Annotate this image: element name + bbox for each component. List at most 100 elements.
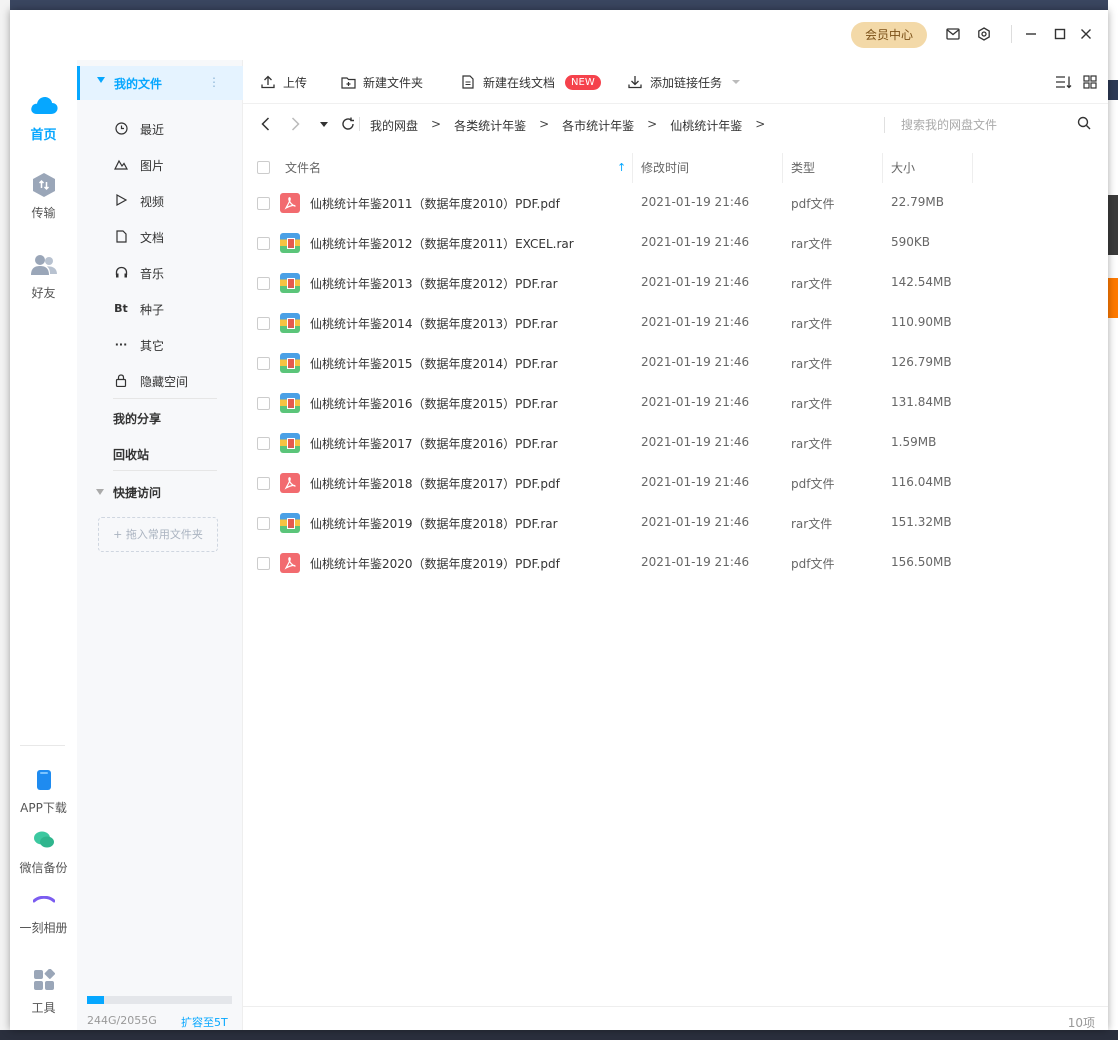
nav-friends[interactable]: 好友	[10, 250, 77, 301]
column-divider[interactable]	[782, 153, 783, 183]
file-name[interactable]: 仙桃统计年鉴2013（数据年度2012）PDF.rar	[310, 275, 558, 292]
table-row[interactable]: 仙桃统计年鉴2018（数据年度2017）PDF.pdf 2021-01-19 21…	[243, 463, 1108, 503]
sort-icon[interactable]	[1055, 72, 1072, 92]
file-size: 142.54MB	[891, 275, 952, 289]
quick-access-section[interactable]: 快捷访问	[77, 484, 243, 504]
file-modified: 2021-01-19 21:46	[641, 195, 750, 209]
sidebar-item-label: 其它	[140, 339, 165, 353]
file-name[interactable]: 仙桃统计年鉴2020（数据年度2019）PDF.pdf	[310, 555, 560, 572]
sidebar-item-label: 文档	[140, 231, 165, 245]
table-row[interactable]: 仙桃统计年鉴2016（数据年度2015）PDF.rar 2021-01-19 21…	[243, 383, 1108, 423]
search-input[interactable]	[901, 115, 1081, 135]
nav-wechat-backup-label: 微信备份	[19, 861, 68, 875]
more-options-icon[interactable]: ⋮	[208, 75, 220, 89]
upgrade-storage-link[interactable]: 扩容至5T	[181, 1014, 228, 1030]
nav-tools[interactable]: 工具	[10, 965, 77, 1016]
sidebar-item-music[interactable]: 音乐	[77, 258, 243, 288]
rar-archive-icon	[280, 513, 300, 533]
file-name[interactable]: 仙桃统计年鉴2015（数据年度2014）PDF.rar	[310, 355, 558, 372]
row-checkbox[interactable]	[257, 277, 270, 290]
breadcrumb-item[interactable]: 我的网盘	[370, 117, 418, 134]
file-name[interactable]: 仙桃统计年鉴2011（数据年度2010）PDF.pdf	[310, 195, 560, 212]
nav-wechat-backup[interactable]: 微信备份	[10, 825, 77, 876]
table-row[interactable]: 仙桃统计年鉴2017（数据年度2016）PDF.rar 2021-01-19 21…	[243, 423, 1108, 463]
breadcrumb-separator: >	[431, 117, 442, 131]
sidebar-item-documents[interactable]: 文档	[77, 222, 243, 252]
file-name[interactable]: 仙桃统计年鉴2014（数据年度2013）PDF.rar	[310, 315, 558, 332]
sidebar-item-others[interactable]: ··· 其它	[77, 330, 243, 360]
row-checkbox[interactable]	[257, 197, 270, 210]
sidebar-item-recycle-bin[interactable]: 回收站	[113, 446, 149, 463]
nav-home[interactable]: 首页	[10, 90, 77, 143]
dropdown-caret-icon[interactable]	[732, 80, 741, 84]
file-name[interactable]: 仙桃统计年鉴2012（数据年度2011）EXCEL.rar	[310, 235, 574, 252]
vip-center-button[interactable]: 会员中心	[851, 22, 927, 48]
breadcrumb-item[interactable]: 仙桃统计年鉴	[670, 117, 742, 134]
nav-transfer[interactable]: 传输	[10, 170, 77, 221]
sidebar-item-recent[interactable]: 最近	[77, 114, 243, 144]
file-name[interactable]: 仙桃统计年鉴2018（数据年度2017）PDF.pdf	[310, 475, 560, 492]
add-favorite-folder-dropzone[interactable]: + 拖入常用文件夹	[98, 517, 218, 552]
row-checkbox[interactable]	[257, 237, 270, 250]
maximize-icon[interactable]	[1050, 24, 1070, 44]
table-row[interactable]: 仙桃统计年鉴2011（数据年度2010）PDF.pdf 2021-01-19 21…	[243, 183, 1108, 223]
new-folder-button[interactable]: 新建文件夹	[340, 72, 423, 92]
column-name[interactable]: 文件名	[285, 153, 321, 183]
grid-view-icon[interactable]	[1083, 72, 1097, 92]
sidebar-item-torrents[interactable]: Bt 种子	[77, 294, 243, 324]
row-checkbox[interactable]	[257, 517, 270, 530]
file-type: rar文件	[791, 517, 833, 531]
nav-friends-label: 好友	[31, 286, 56, 300]
row-checkbox[interactable]	[257, 557, 270, 570]
sidebar-item-images[interactable]: 图片	[77, 150, 243, 180]
search-icon[interactable]	[1077, 116, 1093, 132]
table-row[interactable]: 仙桃统计年鉴2012（数据年度2011）EXCEL.rar 2021-01-19 …	[243, 223, 1108, 263]
row-checkbox[interactable]	[257, 357, 270, 370]
settings-gear-icon[interactable]	[974, 24, 994, 44]
upload-button[interactable]: 上传	[260, 72, 307, 92]
back-icon[interactable]	[255, 114, 275, 134]
file-name[interactable]: 仙桃统计年鉴2017（数据年度2016）PDF.rar	[310, 435, 558, 452]
row-checkbox[interactable]	[257, 317, 270, 330]
sidebar-item-hidden-space[interactable]: 隐藏空间	[77, 366, 243, 396]
file-name[interactable]: 仙桃统计年鉴2016（数据年度2015）PDF.rar	[310, 395, 558, 412]
sort-ascending-icon[interactable]: ↑	[617, 153, 626, 183]
table-row[interactable]: 仙桃统计年鉴2015（数据年度2014）PDF.rar 2021-01-19 21…	[243, 343, 1108, 383]
column-type[interactable]: 类型	[791, 153, 815, 183]
breadcrumb-item[interactable]: 各类统计年鉴	[454, 117, 526, 134]
column-divider[interactable]	[972, 153, 973, 183]
file-name[interactable]: 仙桃统计年鉴2019（数据年度2018）PDF.rar	[310, 515, 558, 532]
nav-album[interactable]: 一刻相册	[10, 885, 77, 936]
sidebar-item-videos[interactable]: 视频	[77, 186, 243, 216]
row-checkbox[interactable]	[257, 397, 270, 410]
file-modified: 2021-01-19 21:46	[641, 235, 750, 249]
sidebar-item-label: 音乐	[140, 267, 165, 281]
breadcrumb-item[interactable]: 各市统计年鉴	[562, 117, 634, 134]
add-link-task-button[interactable]: 添加链接任务	[627, 72, 741, 92]
upload-icon	[260, 74, 276, 90]
column-modified[interactable]: 修改时间	[641, 153, 689, 183]
nav-app-download[interactable]: APP下载	[10, 765, 77, 816]
new-online-doc-button[interactable]: 新建在线文档 NEW	[460, 72, 601, 92]
history-dropdown-icon[interactable]	[318, 114, 330, 134]
row-checkbox[interactable]	[257, 437, 270, 450]
refresh-icon[interactable]	[338, 114, 358, 134]
forward-icon[interactable]	[285, 114, 305, 134]
column-divider[interactable]	[632, 153, 633, 183]
video-icon	[114, 193, 128, 207]
column-divider[interactable]	[882, 153, 883, 183]
sidebar-item-label: 最近	[140, 123, 165, 137]
sidebar-item-my-share[interactable]: 我的分享	[113, 410, 161, 427]
table-row[interactable]: 仙桃统计年鉴2020（数据年度2019）PDF.pdf 2021-01-19 21…	[243, 543, 1108, 583]
minimize-icon[interactable]	[1021, 24, 1041, 44]
my-files-section[interactable]: 我的文件 ⋮	[77, 66, 243, 100]
table-row[interactable]: 仙桃统计年鉴2014（数据年度2013）PDF.rar 2021-01-19 21…	[243, 303, 1108, 343]
close-icon[interactable]	[1076, 24, 1096, 44]
column-size[interactable]: 大小	[891, 153, 915, 183]
select-all-checkbox[interactable]	[257, 161, 270, 174]
clock-icon	[114, 121, 128, 135]
mail-icon[interactable]	[943, 24, 963, 44]
table-row[interactable]: 仙桃统计年鉴2019（数据年度2018）PDF.rar 2021-01-19 21…	[243, 503, 1108, 543]
table-row[interactable]: 仙桃统计年鉴2013（数据年度2012）PDF.rar 2021-01-19 21…	[243, 263, 1108, 303]
row-checkbox[interactable]	[257, 477, 270, 490]
